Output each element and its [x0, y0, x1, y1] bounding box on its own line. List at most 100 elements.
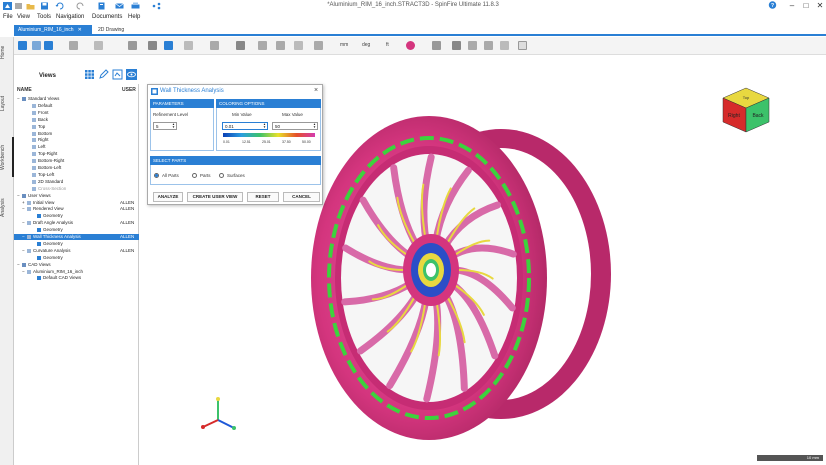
zoom-icon[interactable] [32, 41, 41, 50]
refinement-level-input[interactable]: 5 ▲ ▼ [153, 122, 177, 130]
distance-icon[interactable] [258, 41, 267, 50]
spinner-arrows-icon[interactable]: ▲ ▼ [263, 123, 266, 129]
maximize-button[interactable]: □ [800, 1, 812, 11]
display-mode-icon[interactable] [69, 41, 78, 50]
markup-icon[interactable] [184, 41, 193, 50]
radio-parts[interactable] [192, 173, 197, 178]
tree-row[interactable]: Geometry [14, 213, 139, 219]
tab-2d-drawing[interactable]: 2D Drawing [94, 25, 134, 35]
collapse-icon[interactable]: − [22, 269, 25, 275]
menu-tools[interactable]: Tools [37, 14, 51, 20]
tree-row[interactable]: Right [14, 137, 139, 143]
edit-view-icon[interactable] [98, 69, 109, 80]
color-icon[interactable] [406, 41, 415, 50]
tree-row[interactable]: − User Views [14, 193, 139, 199]
menu-file[interactable]: File [3, 14, 13, 20]
tree-row[interactable]: Front [14, 110, 139, 116]
table-icon[interactable] [148, 41, 157, 50]
tree-row[interactable]: − Rendered View ALLEN [14, 206, 139, 212]
select-icon[interactable] [18, 41, 27, 50]
create-user-view-button[interactable]: CREATE USER VIEW [187, 192, 243, 202]
tab-aluminium-rim[interactable]: Aluminium_RIM_16_inch ✕ [14, 25, 92, 35]
tree-row[interactable]: Default [14, 103, 139, 109]
menu-help[interactable]: Help [128, 14, 140, 20]
minimize-button[interactable]: – [786, 1, 798, 11]
side-tab-home[interactable]: Home [0, 43, 14, 61]
tree-row[interactable]: Top-Right [14, 151, 139, 157]
menu-navigation[interactable]: Navigation [56, 14, 84, 20]
unit-select[interactable]: mm [340, 42, 348, 48]
collapse-icon[interactable]: − [17, 96, 20, 102]
gear-icon[interactable] [500, 41, 509, 50]
min-value-input[interactable]: 0.01 ▲ ▼ [222, 122, 268, 130]
collapse-icon[interactable]: − [17, 262, 20, 268]
angle-unit-select[interactable]: deg [362, 42, 370, 48]
close-window-button[interactable]: ✕ [814, 1, 826, 11]
collapse-icon[interactable]: − [22, 206, 25, 212]
tree-row[interactable]: Bottom [14, 131, 139, 137]
tree-row[interactable]: 2D Standard [14, 179, 139, 185]
filter-select[interactable]: ft [386, 42, 389, 48]
option-surfaces[interactable]: Surfaces [227, 173, 245, 178]
tree-row[interactable]: Cross-Section [14, 186, 139, 192]
coordinate-icon[interactable] [314, 41, 323, 50]
menu-documents[interactable]: Documents [92, 14, 122, 20]
reset-button[interactable]: RESET [247, 192, 279, 202]
tree-row[interactable]: − Curvature Analysis ALLEN [14, 248, 139, 254]
rotate-icon[interactable] [44, 41, 53, 50]
tree-row[interactable]: − Standard Views [14, 96, 139, 102]
angle-icon[interactable] [276, 41, 285, 50]
cancel-button[interactable]: CANCEL [283, 192, 320, 202]
side-tab-analysis[interactable]: Analysis [0, 197, 14, 219]
tree-row[interactable]: − Aluminium_RIM_16_inch [14, 269, 139, 275]
tree-row[interactable]: − Wall Thickness Analysis ALLEN [14, 234, 139, 240]
collapse-icon[interactable]: − [22, 220, 25, 226]
compare-icon[interactable] [432, 41, 441, 50]
tree-row[interactable]: Geometry [14, 227, 139, 233]
expand-icon[interactable]: + [22, 200, 25, 206]
side-tab-layout[interactable]: Layout [0, 93, 14, 113]
export-view-icon[interactable] [112, 69, 123, 80]
collapse-icon[interactable]: − [17, 193, 20, 199]
tree-row[interactable]: Bottom-Right [14, 158, 139, 164]
radio-all-parts[interactable] [154, 173, 159, 178]
formula-icon[interactable] [468, 41, 477, 50]
tree-row[interactable]: Back [14, 117, 139, 123]
tree-row[interactable]: Top-Left [14, 172, 139, 178]
spinner-arrows-icon[interactable]: ▲ ▼ [313, 123, 316, 129]
grid-view-icon[interactable] [84, 69, 95, 80]
section-icon[interactable] [452, 41, 461, 50]
measure-icon[interactable] [236, 41, 245, 50]
link-icon[interactable] [484, 41, 493, 50]
view-cube[interactable]: Top Right Back [721, 84, 771, 134]
tree-row[interactable]: + Initial View ALLEN [14, 200, 139, 206]
tree-row[interactable]: Geometry [14, 241, 139, 247]
option-all-parts[interactable]: All Parts [162, 173, 179, 178]
tree-row[interactable]: − Draft Angle Analysis ALLEN [14, 220, 139, 226]
option-parts[interactable]: Parts [200, 173, 211, 178]
tree-row[interactable]: Default CAD Views [14, 275, 139, 281]
menu-view[interactable]: View [17, 14, 30, 20]
tree-row[interactable]: Geometry [14, 255, 139, 261]
layers-icon[interactable] [128, 41, 137, 50]
collapse-icon[interactable]: − [22, 234, 25, 240]
tree-row[interactable]: − CAD Views [14, 262, 139, 268]
analyze-button[interactable]: ANALYZE [153, 192, 183, 202]
tree-row[interactable]: Top [14, 124, 139, 130]
radius-icon[interactable] [294, 41, 303, 50]
fit-icon[interactable] [164, 41, 173, 50]
light-icon[interactable] [210, 41, 219, 50]
dialog-close-button[interactable]: × [314, 87, 318, 94]
close-tab-icon[interactable]: ✕ [78, 27, 82, 33]
max-value-input[interactable]: 50 ▲ ▼ [272, 122, 318, 130]
visibility-icon[interactable] [126, 69, 137, 80]
help-icon[interactable]: ? [768, 1, 777, 9]
collapse-icon[interactable]: − [22, 248, 25, 254]
tree-row[interactable]: Bottom-Left [14, 165, 139, 171]
panel-toggle-icon[interactable] [518, 41, 527, 50]
radio-surfaces[interactable] [219, 173, 224, 178]
side-tab-workbench[interactable]: Workbench [0, 137, 14, 177]
snapshot-icon[interactable] [94, 41, 103, 50]
spinner-arrows-icon[interactable]: ▲ ▼ [172, 123, 175, 129]
tree-row[interactable]: Left [14, 144, 139, 150]
